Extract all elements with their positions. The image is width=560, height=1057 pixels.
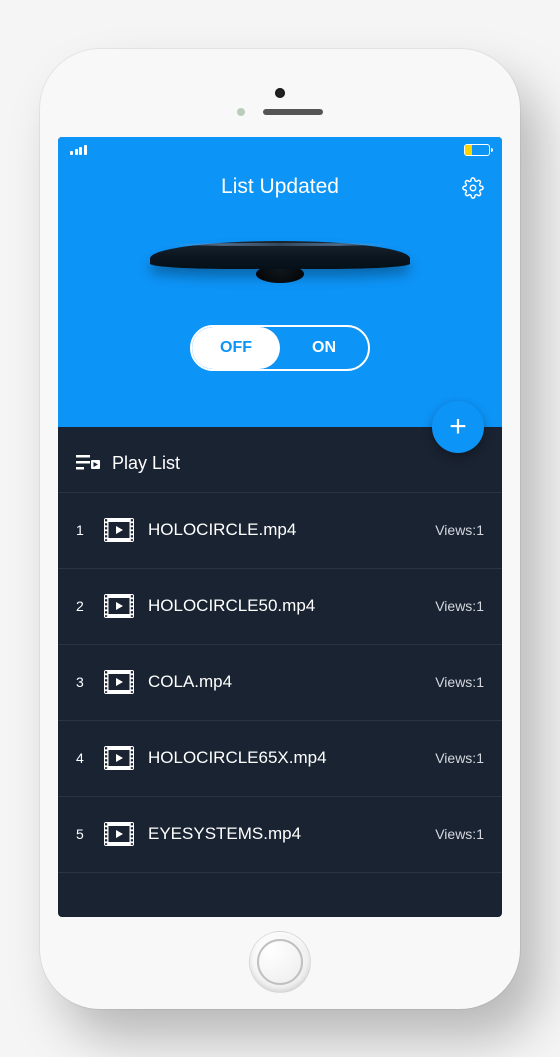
item-views: Views:1	[435, 522, 484, 538]
film-icon	[104, 746, 134, 770]
film-icon	[104, 822, 134, 846]
phone-top-bezel	[58, 67, 502, 137]
screen: List Updated OFF ON +	[58, 137, 502, 917]
item-filename: HOLOCIRCLE50.mp4	[148, 596, 435, 616]
home-button[interactable]	[249, 931, 311, 993]
item-filename: HOLOCIRCLE65X.mp4	[148, 748, 435, 768]
device-illustration	[58, 207, 502, 317]
playlist-icon	[76, 453, 100, 473]
playlist-title: Play List	[112, 453, 180, 474]
item-filename: COLA.mp4	[148, 672, 435, 692]
battery-icon	[464, 144, 490, 156]
list-item[interactable]: 2 HOLOCIRCLE50.mp4 Views:1	[58, 569, 502, 645]
power-toggle[interactable]: OFF ON	[190, 325, 370, 371]
front-camera	[275, 88, 285, 98]
playlist-section: Play List 1 HOLOCIRCLE.mp4 Views:1 2 HOL…	[58, 427, 502, 873]
settings-icon[interactable]	[462, 177, 484, 199]
item-views: Views:1	[435, 750, 484, 766]
toggle-off-label: OFF	[192, 327, 280, 369]
item-views: Views:1	[435, 826, 484, 842]
item-index: 1	[76, 522, 94, 538]
proximity-sensor	[237, 108, 245, 116]
add-button[interactable]: +	[432, 401, 484, 453]
playlist-header: Play List	[58, 453, 502, 493]
list-item[interactable]: 3 COLA.mp4 Views:1	[58, 645, 502, 721]
film-icon	[104, 594, 134, 618]
status-bar	[58, 137, 502, 163]
item-index: 5	[76, 826, 94, 842]
list-item[interactable]: 1 HOLOCIRCLE.mp4 Views:1	[58, 493, 502, 569]
item-index: 2	[76, 598, 94, 614]
list-item[interactable]: 4 HOLOCIRCLE65X.mp4 Views:1	[58, 721, 502, 797]
plus-icon: +	[449, 410, 467, 444]
signal-icon	[70, 145, 87, 155]
page-title: List Updated	[221, 175, 339, 199]
film-icon	[104, 670, 134, 694]
item-filename: HOLOCIRCLE.mp4	[148, 520, 435, 540]
toggle-on-label: ON	[280, 327, 368, 369]
app-header: List Updated OFF ON +	[58, 137, 502, 427]
item-filename: EYESYSTEMS.mp4	[148, 824, 435, 844]
item-views: Views:1	[435, 674, 484, 690]
film-icon	[104, 518, 134, 542]
earpiece-speaker	[263, 109, 323, 115]
list-item[interactable]: 5 EYESYSTEMS.mp4 Views:1	[58, 797, 502, 873]
item-views: Views:1	[435, 598, 484, 614]
item-index: 3	[76, 674, 94, 690]
item-index: 4	[76, 750, 94, 766]
phone-frame: List Updated OFF ON +	[40, 49, 520, 1009]
